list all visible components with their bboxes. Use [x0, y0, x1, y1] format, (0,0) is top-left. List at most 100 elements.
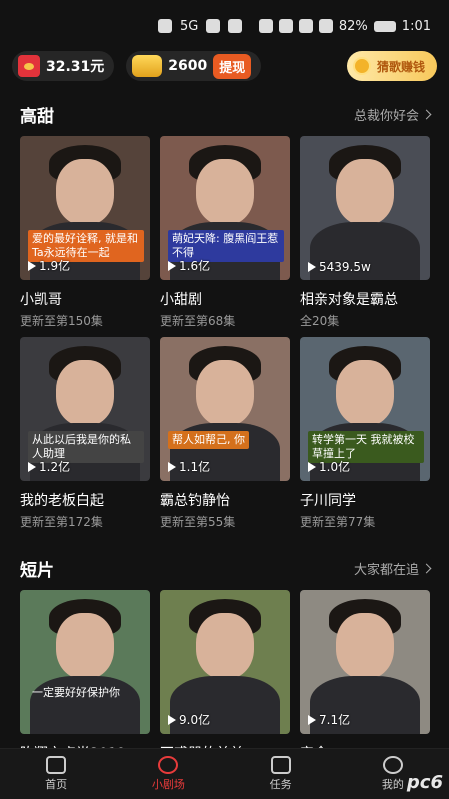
tab-tasks[interactable]: 任务 — [241, 756, 321, 792]
episode-status: 更新至第150集 — [20, 314, 103, 328]
drama-thumbnail[interactable]: 从此以后我是你的私人助理 1.2亿 — [20, 337, 150, 481]
thumbnail-figure-face — [336, 613, 394, 680]
thumbnail-figure-face — [196, 613, 254, 680]
view-count-label: 9.0亿 — [179, 713, 211, 727]
view-count: 7.1亿 — [308, 711, 350, 728]
drama-title[interactable]: 霸总钓静怡 — [160, 490, 290, 510]
drama-card[interactable]: 转学第一天 我就被校草撞上了 1.0亿 子川同学 更新至第77集 — [300, 337, 430, 530]
drama-card[interactable]: 爱的最好诠释, 就是和Ta永远待在一起 1.9亿小凯哥更新至第150集 — [20, 136, 150, 329]
section-header-sweet: 高甜 总裁你好会 — [20, 102, 432, 127]
cash-balance[interactable]: 32.31元 — [12, 51, 115, 81]
play-icon — [308, 262, 316, 272]
drama-title[interactable]: 小凯哥 — [20, 289, 150, 309]
drama-grid-row-2: 从此以后我是你的私人助理 1.2亿 我的老板白起 更新至第172集 帮人如帮己, 你 1.… — [20, 337, 430, 530]
play-icon — [168, 260, 176, 271]
withdraw-button[interactable]: 提现 — [213, 53, 252, 79]
drama-thumbnail[interactable]: 转学第一天 我就被校草撞上了 1.0亿 — [300, 337, 430, 481]
episode-status: 全20集 — [300, 314, 340, 328]
wifi-icon — [206, 19, 221, 33]
tab-home[interactable]: 首页 — [16, 756, 96, 792]
red-envelope-icon — [18, 55, 40, 77]
home-doc-icon — [46, 756, 67, 774]
view-count-label: 1.6亿 — [179, 259, 211, 273]
drama-thumbnail[interactable]: 7.1亿 — [300, 590, 430, 734]
drama-grid-row-1: 爱的最好诠释, 就是和Ta永远待在一起 1.9亿 小凯哥 更新至第150集 萌妃天降: … — [20, 136, 430, 329]
drama-card[interactable]: 7.1亿安全 — [300, 590, 430, 763]
battery-percent: 82% — [338, 18, 368, 34]
drama-thumbnail[interactable]: 9.0亿 — [160, 590, 290, 734]
thumbnail-figure-face — [336, 159, 394, 226]
coin-icon — [352, 57, 371, 75]
bottom-tab-bar: 首页 小剧场 任务 我的 — [0, 748, 449, 799]
top-header: 32.31元 2600 提现 猜歌赚钱 — [0, 44, 449, 88]
drama-title[interactable]: 小甜剧 — [160, 289, 290, 309]
play-icon — [308, 461, 316, 472]
episode-status: 更新至第172集 — [20, 515, 103, 529]
tab-label: 我的 — [381, 778, 404, 791]
thumbnail-figure-face — [196, 159, 254, 226]
drama-card[interactable]: 帮人如帮己, 你 1.1亿霸总钓静怡更新至第55集 — [160, 337, 290, 530]
chevron-right-icon — [421, 563, 432, 574]
section-more-link[interactable]: 总裁你好会 — [353, 105, 432, 124]
view-count: 1.6亿 — [168, 257, 210, 274]
section-header-shorts: 短片 大家都在追 — [20, 556, 432, 581]
gold-amount: 2600 — [168, 58, 208, 74]
view-count: 9.0亿 — [168, 711, 210, 728]
tab-label: 首页 — [45, 778, 68, 791]
view-count: 1.2亿 — [28, 458, 70, 475]
view-count-label: 5439.5w — [319, 260, 371, 274]
tab-theater[interactable]: 小剧场 — [128, 756, 208, 792]
thumbnail-figure-face — [336, 360, 394, 427]
drama-title[interactable]: 子川同学 — [300, 490, 430, 510]
play-icon — [308, 714, 316, 725]
drama-title[interactable]: 我的老板白起 — [20, 490, 150, 510]
view-count: 1.9亿 — [28, 257, 70, 274]
hd-icon — [158, 19, 172, 33]
play-icon — [28, 461, 36, 472]
drama-title[interactable]: 相亲对象是霸总 — [300, 289, 430, 309]
watermark-logo: pc6 — [406, 772, 443, 793]
drama-card[interactable]: 一定要好好保护你陈翔六点半2019 — [20, 590, 150, 763]
drama-thumbnail[interactable]: 5439.5w — [300, 136, 430, 280]
chevron-right-icon — [421, 109, 432, 120]
episode-status: 更新至第55集 — [160, 515, 236, 529]
app-notification-icon — [228, 19, 243, 33]
view-count-label: 1.1亿 — [179, 460, 211, 474]
drama-card[interactable]: 从此以后我是你的私人助理 1.2亿我的老板白起更新至第172集 — [20, 337, 150, 530]
section-more-link[interactable]: 大家都在追 — [353, 559, 432, 578]
guess-song-label: 猜歌赚钱 — [376, 59, 425, 74]
drama-card[interactable]: 萌妃天降: 腹黑阎王惹不得 1.6亿小甜剧更新至第68集 — [160, 136, 290, 329]
theater-play-icon — [158, 756, 179, 774]
thumbnail-figure-face — [56, 613, 114, 680]
drama-card[interactable]: 5439.5w 相亲对象是霸总全20集 — [300, 136, 430, 329]
guess-song-button[interactable]: 猜歌赚钱 — [346, 51, 437, 81]
alarm-icon — [298, 19, 313, 33]
thumbnail-caption: 一定要好好保护你 — [32, 686, 120, 699]
section-title: 短片 — [20, 561, 54, 581]
profile-icon — [382, 756, 403, 774]
thumbnail-caption: 帮人如帮己, 你 — [168, 431, 249, 449]
mute-icon — [318, 19, 333, 33]
play-icon — [168, 714, 176, 725]
view-count: 1.1亿 — [168, 458, 210, 475]
play-icon — [28, 260, 36, 271]
episode-status: 更新至第68集 — [160, 314, 236, 328]
thumbnail-figure-face — [196, 360, 254, 427]
drama-thumbnail[interactable]: 帮人如帮己, 你 1.1亿 — [160, 337, 290, 481]
drama-card[interactable]: 9.0亿不惑器的弟弟 — [160, 590, 290, 763]
shorts-grid-row: 一定要好好保护你陈翔六点半20199.0亿不惑器的弟弟7.1亿安全 — [20, 590, 430, 763]
view-count-label: 1.9亿 — [39, 259, 71, 273]
drama-thumbnail[interactable]: 爱的最好诠释, 就是和Ta永远待在一起 1.9亿 — [20, 136, 150, 280]
thumbnail-figure-face — [56, 159, 114, 226]
section-more-label: 总裁你好会 — [353, 109, 419, 124]
drama-thumbnail[interactable]: 一定要好好保护你 — [20, 590, 150, 734]
gold-balance[interactable]: 2600 提现 — [126, 51, 262, 81]
section-more-label: 大家都在追 — [353, 563, 419, 578]
network-indicator: 5G — [180, 18, 199, 34]
clock: 1:01 — [401, 18, 431, 34]
cash-amount: 32.31元 — [46, 59, 105, 75]
view-count-label: 1.2亿 — [39, 460, 71, 474]
eye-icon — [258, 19, 273, 33]
drama-thumbnail[interactable]: 萌妃天降: 腹黑阎王惹不得 1.6亿 — [160, 136, 290, 280]
view-count: 5439.5w — [308, 260, 371, 274]
